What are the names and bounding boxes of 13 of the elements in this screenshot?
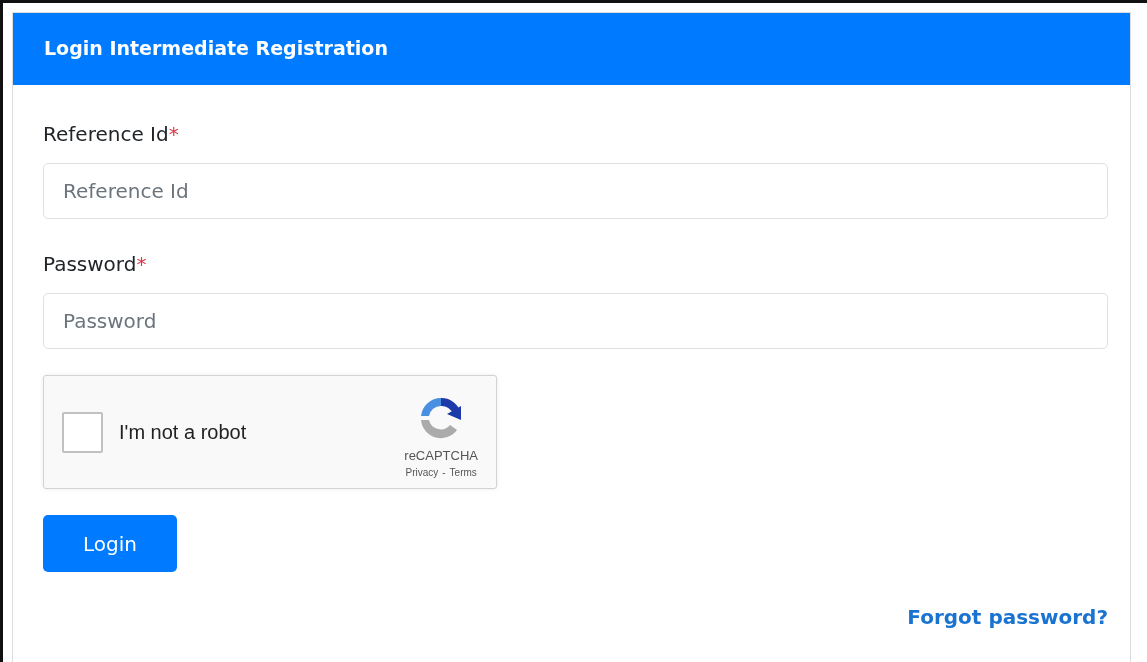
- captcha-label: I'm not a robot: [119, 420, 247, 445]
- forgot-password-link[interactable]: Forgot password?: [907, 602, 1108, 632]
- captcha-checkbox[interactable]: [62, 411, 103, 453]
- field-label: Password*: [43, 251, 148, 278]
- privacy-link[interactable]: Privacy: [405, 465, 439, 481]
- terms-link[interactable]: Terms: [449, 465, 477, 481]
- field-label: Reference Id*: [43, 121, 180, 148]
- input-field[interactable]: Reference Id: [43, 163, 1108, 219]
- recaptcha-brand: reCAPTCHA: [404, 446, 478, 465]
- card-title: Login Intermediate Registration: [13, 13, 1130, 85]
- login-button[interactable]: Login: [43, 515, 177, 572]
- link-separator: -: [442, 466, 446, 481]
- input-field[interactable]: Password: [43, 293, 1108, 349]
